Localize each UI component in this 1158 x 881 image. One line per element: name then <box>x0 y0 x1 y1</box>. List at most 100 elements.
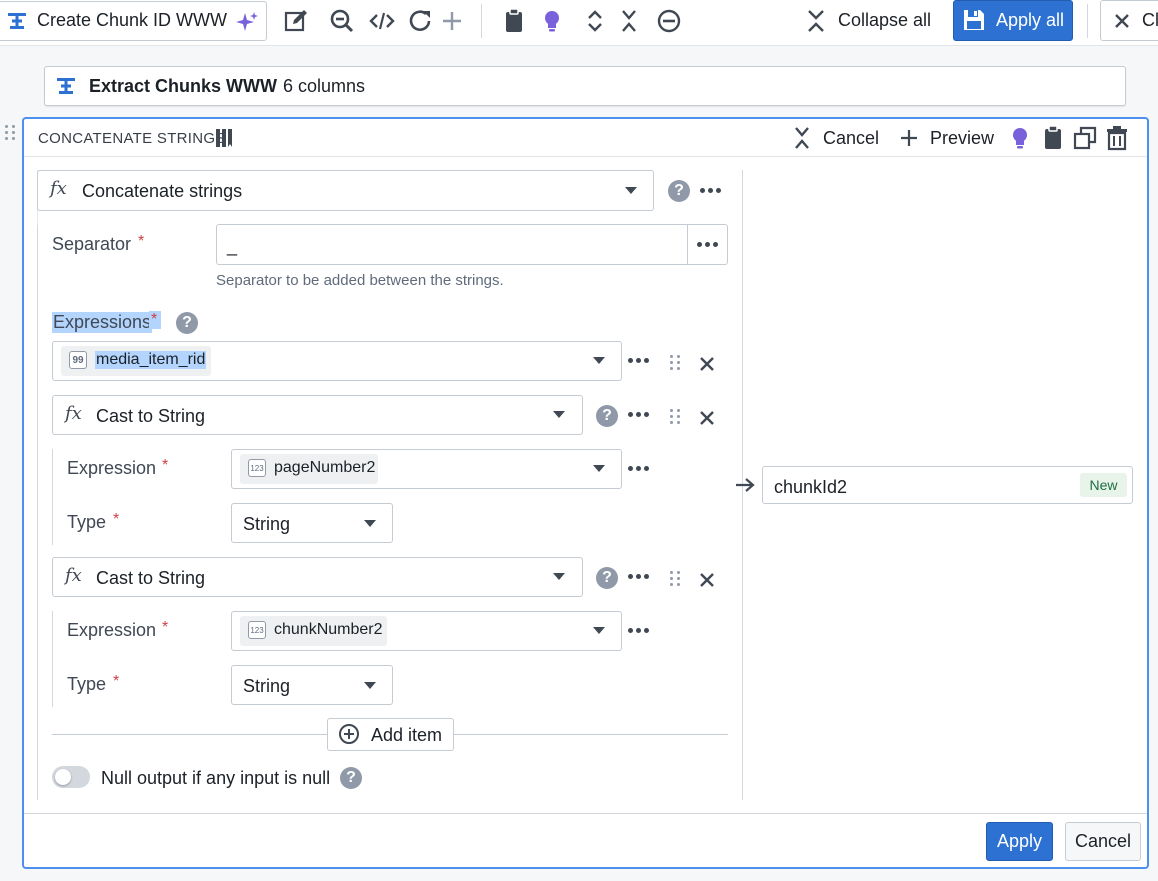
close-icon <box>1113 12 1131 30</box>
lightbulb-icon[interactable] <box>540 8 564 34</box>
cancel-icon <box>792 126 812 150</box>
chevron-down-icon <box>553 573 565 580</box>
panel-header-divider <box>24 156 1147 157</box>
separator-value: _ <box>227 236 238 256</box>
column-name: media_item_rid <box>95 351 207 369</box>
edit-icon[interactable] <box>284 9 308 33</box>
required-marker: * <box>162 619 169 636</box>
more-icon[interactable] <box>628 574 649 579</box>
collapse-icon[interactable] <box>617 8 641 34</box>
column-name: pageNumber2 <box>274 459 376 476</box>
help-icon[interactable]: ? <box>596 405 618 427</box>
type-label: Type <box>67 512 107 532</box>
chevron-down-icon <box>364 520 376 527</box>
toolbar-divider <box>1087 4 1088 38</box>
refresh-icon[interactable] <box>408 8 434 34</box>
expressions-label: Expressions <box>52 312 153 333</box>
cancel-button[interactable]: Cancel <box>823 128 879 149</box>
preview-button[interactable]: Preview <box>930 128 994 149</box>
function-icon: fx <box>65 565 82 586</box>
apply-all-label: Apply all <box>996 10 1065 30</box>
tree-line <box>52 449 53 545</box>
function-name: Cast to String <box>96 568 206 588</box>
input-divider <box>687 225 688 264</box>
more-icon[interactable] <box>628 412 649 417</box>
chevron-down-icon <box>553 411 565 418</box>
help-icon[interactable]: ? <box>340 767 362 789</box>
help-icon[interactable]: ? <box>596 567 618 589</box>
type-value: String <box>243 676 291 696</box>
numeric-type-icon: 123 <box>248 459 266 477</box>
required-marker: * <box>149 311 162 329</box>
documentation-icon[interactable] <box>214 127 234 149</box>
apply-button[interactable]: Apply <box>986 822 1053 861</box>
chevron-down-icon <box>593 465 605 472</box>
remove-icon[interactable] <box>698 355 716 373</box>
remove-circle-icon[interactable] <box>656 8 682 34</box>
add-icon[interactable] <box>440 9 464 33</box>
input-column-count: 6 columns <box>283 76 366 96</box>
toggle-knob <box>55 769 71 785</box>
toolbar-divider <box>481 4 482 38</box>
more-icon[interactable] <box>700 188 721 193</box>
required-marker: * <box>113 511 120 528</box>
required-marker: * <box>113 673 120 690</box>
more-icon[interactable] <box>697 242 718 247</box>
tree-line <box>37 225 38 800</box>
add-circle-icon <box>338 723 360 745</box>
remove-icon[interactable] <box>698 409 716 427</box>
chevron-down-icon <box>593 627 605 634</box>
drag-handle[interactable] <box>670 409 680 424</box>
remove-icon[interactable] <box>698 571 716 589</box>
close-label: Cl <box>1142 10 1158 30</box>
lightbulb-icon[interactable] <box>1009 125 1031 151</box>
collapse-all-button[interactable]: Collapse all <box>838 10 931 31</box>
chevron-down-icon <box>364 682 376 689</box>
type-label: Type <box>67 674 107 694</box>
drag-handle[interactable] <box>670 355 680 370</box>
collapse-all-icon[interactable] <box>804 8 828 34</box>
string-type-icon: 99 <box>69 351 87 369</box>
board-name: Create Chunk ID WWW <box>37 10 228 30</box>
function-name: Concatenate strings <box>82 181 243 201</box>
save-icon <box>962 8 986 32</box>
function-icon: fx <box>50 178 67 199</box>
drag-handle[interactable] <box>670 571 680 586</box>
numeric-type-icon: 123 <box>248 621 266 639</box>
more-icon[interactable] <box>628 466 649 471</box>
new-badge: New <box>1080 473 1127 497</box>
separator-help-text: Separator to be added between the string… <box>216 272 504 289</box>
drag-handle[interactable] <box>5 125 15 140</box>
chevron-down-icon <box>593 357 605 364</box>
more-icon[interactable] <box>628 628 649 633</box>
input-dataset-name: Extract Chunks WWW <box>89 76 278 96</box>
trash-icon[interactable] <box>1105 125 1129 151</box>
help-icon[interactable]: ? <box>668 180 690 202</box>
arrow-right-icon <box>734 476 756 494</box>
function-name: Cast to String <box>96 406 206 426</box>
add-icon <box>899 128 919 148</box>
code-icon[interactable] <box>369 9 395 33</box>
expression-label: Expression <box>67 458 157 478</box>
type-value: String <box>243 514 291 534</box>
more-icon[interactable] <box>628 358 649 363</box>
transform-board-icon <box>7 11 27 31</box>
search-icon[interactable] <box>330 9 354 33</box>
duplicate-icon[interactable] <box>1073 126 1097 150</box>
separator-input[interactable] <box>216 224 728 265</box>
expand-icon[interactable] <box>583 8 607 34</box>
help-icon[interactable]: ? <box>176 312 198 334</box>
separator-label: Separator <box>52 234 132 254</box>
expression-label: Expression <box>67 620 157 640</box>
output-column-name: chunkId2 <box>774 477 848 497</box>
chevron-down-icon <box>625 187 637 194</box>
tree-line <box>52 611 53 707</box>
clipboard-icon[interactable] <box>502 8 526 34</box>
transform-board-icon <box>56 76 76 96</box>
required-marker: * <box>138 233 145 250</box>
null-output-label: Null output if any input is null <box>101 768 331 788</box>
footer-divider <box>24 813 1147 814</box>
sparkle-icon[interactable] <box>235 10 259 34</box>
cancel-footer-button[interactable]: Cancel <box>1065 822 1141 861</box>
clipboard-icon[interactable] <box>1042 125 1064 151</box>
